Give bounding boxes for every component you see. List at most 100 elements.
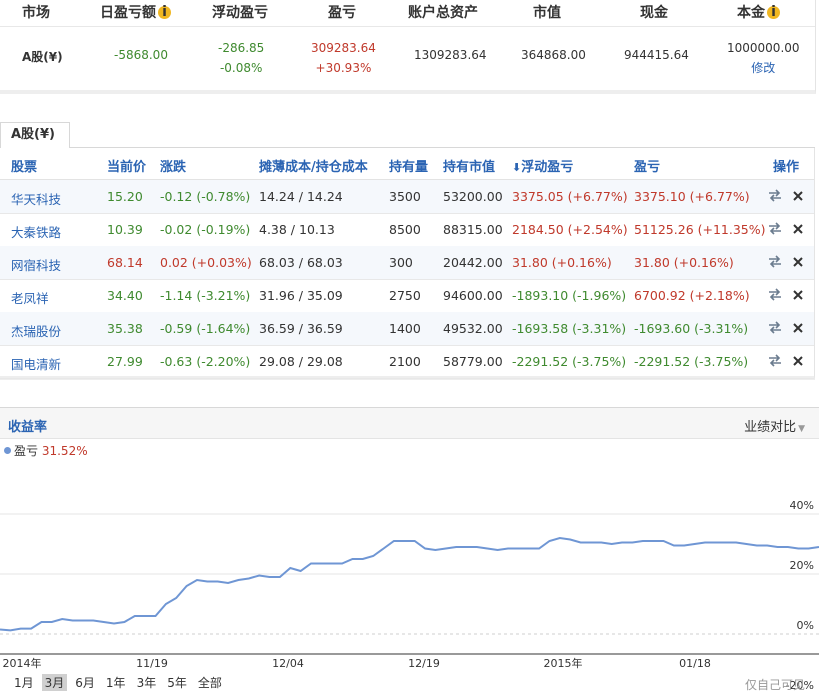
- range-option[interactable]: 5年: [167, 674, 187, 691]
- delete-icon[interactable]: [792, 322, 804, 334]
- cell-name[interactable]: 华天科技: [11, 189, 61, 208]
- range-option[interactable]: 全部: [198, 674, 222, 691]
- cell-pl: 31.80 (+0.16%): [634, 255, 734, 270]
- x-tick-label: 11/19: [136, 657, 168, 670]
- cell-name[interactable]: 网宿科技: [11, 255, 61, 274]
- summary-principal: 1000000.00 修改: [727, 38, 800, 78]
- range-option[interactable]: 1年: [106, 674, 126, 691]
- col-change[interactable]: 涨跌: [160, 156, 186, 175]
- caret-down-icon: ▼: [798, 424, 805, 434]
- summary-header-floating-pl: 浮动盈亏: [212, 5, 268, 21]
- x-tick-label: 2015年: [544, 656, 583, 670]
- x-tick-label: 2014年: [3, 656, 42, 670]
- cell-value: 20442.00: [443, 255, 503, 270]
- range-selector: 1月 3月 6月 1年 3年 5年 全部: [14, 674, 233, 691]
- cell-price: 10.39: [107, 222, 143, 237]
- summary-floating-pl-value: -286.85: [218, 41, 265, 55]
- x-tick-label: 01/18: [679, 657, 711, 670]
- x-tick-label: 12/19: [408, 657, 440, 670]
- transfer-icon[interactable]: [767, 188, 783, 202]
- summary-pl-percent: +30.93%: [315, 61, 372, 75]
- range-option[interactable]: 3月: [41, 674, 68, 691]
- summary-header-daily-pl: 日盈亏额 i: [100, 2, 171, 22]
- delete-icon[interactable]: [792, 355, 804, 367]
- col-value[interactable]: 持有市值: [443, 156, 495, 175]
- cell-cost: 14.24 / 14.24: [259, 189, 343, 204]
- return-chart-panel: 40% 20% 0% -20% 2014年 11/19 12/04 12/19 2015年 01/…: [0, 407, 819, 692]
- cell-floating-pl: -2291.52 (-3.75%): [512, 354, 627, 369]
- table-row: 国电清新 27.99 -0.63 (-2.20%) 29.08 / 29.08 2100…: [0, 345, 814, 379]
- summary-header-market-value: 市值: [533, 5, 561, 21]
- tab-a-shares[interactable]: A股(¥): [0, 122, 70, 148]
- cell-change: -0.02 (-0.19%): [160, 222, 251, 237]
- summary-header-market: 市场: [22, 5, 50, 21]
- table-row: 网宿科技 68.14 0.02 (+0.03%) 68.03 / 68.03 300 20…: [0, 246, 814, 280]
- compare-dropdown[interactable]: 业绩对比 ▼: [744, 416, 805, 435]
- cell-pl: 3375.10 (+6.77%): [634, 189, 750, 204]
- summary-pl: 309283.64 +30.93%: [311, 38, 376, 78]
- y-tick-label: 20%: [790, 559, 814, 572]
- col-floating-pl[interactable]: ⬇浮动盈亏: [512, 156, 573, 175]
- transfer-icon[interactable]: [767, 221, 783, 235]
- cell-value: 49532.00: [443, 321, 503, 336]
- col-stock[interactable]: 股票: [11, 156, 37, 175]
- cell-floating-pl: -1893.10 (-1.96%): [512, 288, 627, 303]
- chart-legend: 盈亏 31.52%: [4, 442, 88, 459]
- cell-value: 53200.00: [443, 189, 503, 204]
- cell-name[interactable]: 老凤祥: [11, 288, 49, 307]
- range-option[interactable]: 6月: [75, 674, 95, 691]
- y-tick-label: 40%: [790, 499, 814, 512]
- delete-icon[interactable]: [792, 256, 804, 268]
- legend-series-value: 31.52%: [41, 444, 88, 458]
- col-cost[interactable]: 摊薄成本/持仓成本: [259, 156, 368, 175]
- cell-name[interactable]: 杰瑞股份: [11, 321, 61, 340]
- summary-daily-pl: -5868.00: [114, 48, 168, 62]
- private-note: 仅自己可见: [744, 678, 805, 692]
- cell-shares: 1400: [389, 321, 421, 336]
- transfer-icon[interactable]: [767, 287, 783, 301]
- summary-market: A股(¥): [22, 50, 63, 64]
- cell-value: 94600.00: [443, 288, 503, 303]
- delete-icon[interactable]: [792, 190, 804, 202]
- transfer-icon[interactable]: [767, 353, 783, 367]
- cell-cost: 68.03 / 68.03: [259, 255, 343, 270]
- cell-shares: 2750: [389, 288, 421, 303]
- transfer-icon[interactable]: [767, 320, 783, 334]
- summary-header-principal-label: 本金: [737, 5, 765, 21]
- col-price[interactable]: 当前价: [107, 156, 146, 175]
- info-icon[interactable]: i: [767, 5, 780, 19]
- cell-change: -0.12 (-0.78%): [160, 189, 251, 204]
- col-pl[interactable]: 盈亏: [634, 156, 660, 175]
- summary-principal-value: 1000000.00: [727, 41, 800, 55]
- legend-dot-icon: [4, 447, 11, 454]
- cell-pl: -1693.60 (-3.31%): [634, 321, 749, 336]
- sort-down-icon: ⬇: [512, 161, 522, 174]
- cell-cost: 29.08 / 29.08: [259, 354, 343, 369]
- cell-change: 0.02 (+0.03%): [160, 255, 252, 270]
- cell-pl: 51125.26 (+11.35%): [634, 222, 766, 237]
- cell-price: 27.99: [107, 354, 143, 369]
- summary-market-value: 364868.00: [521, 48, 586, 62]
- holdings-table: 股票 当前价 涨跌 摊薄成本/持仓成本 持有量 持有市值 ⬇浮动盈亏 盈亏 操作…: [0, 148, 815, 380]
- summary-floating-pl: -286.85 -0.08%: [218, 38, 264, 78]
- summary-cash: 944415.64: [624, 48, 689, 62]
- cell-floating-pl: 2184.50 (+2.54%): [512, 222, 628, 237]
- col-shares[interactable]: 持有量: [389, 156, 428, 175]
- return-chart: 40%20%0%-20%2014年 11/19 12/04 12/19 2015年 01/…: [0, 499, 819, 692]
- range-option[interactable]: 3年: [137, 674, 157, 691]
- col-floating-pl-label: 浮动盈亏: [521, 160, 574, 175]
- cell-change: -1.14 (-3.21%): [160, 288, 251, 303]
- table-row: 华天科技 15.20 -0.12 (-0.78%) 14.24 / 14.24 3500…: [0, 180, 814, 214]
- info-icon[interactable]: i: [158, 5, 171, 19]
- summary-header-daily-pl-label: 日盈亏额: [100, 5, 156, 21]
- cell-name[interactable]: 大秦铁路: [11, 222, 61, 241]
- delete-icon[interactable]: [792, 223, 804, 235]
- table-row: 大秦铁路 10.39 -0.02 (-0.19%) 4.38 / 10.13 8500 8…: [0, 213, 814, 247]
- cell-pl: 6700.92 (+2.18%): [634, 288, 750, 303]
- cell-name[interactable]: 国电清新: [11, 354, 61, 373]
- range-option[interactable]: 1月: [14, 674, 34, 691]
- summary-header-cash: 现金: [640, 5, 668, 21]
- transfer-icon[interactable]: [767, 254, 783, 268]
- delete-icon[interactable]: [792, 289, 804, 301]
- edit-principal-link[interactable]: 修改: [727, 58, 800, 78]
